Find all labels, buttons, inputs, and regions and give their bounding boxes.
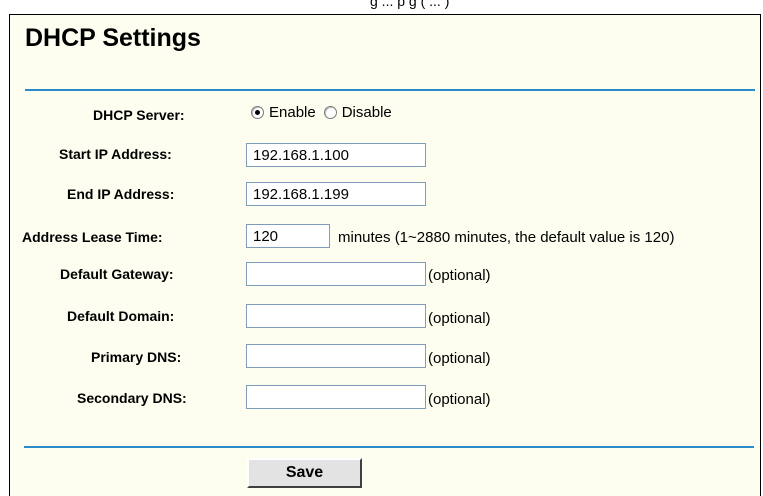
bottom-divider xyxy=(24,446,754,448)
page-title: DHCP Settings xyxy=(25,24,201,52)
dhcp-server-radio-group: Enable Disable xyxy=(251,104,400,121)
end-ip-input[interactable] xyxy=(246,182,426,206)
secondary-dns-input[interactable] xyxy=(246,385,426,409)
dhcp-settings-panel: DHCP Settings DHCP Server: xyxy=(9,14,761,496)
default-gateway-input[interactable] xyxy=(246,262,426,286)
dhcp-server-label: DHCP Server: xyxy=(93,107,185,123)
default-domain-label: Default Domain: xyxy=(67,308,175,324)
default-gateway-optional: (optional) xyxy=(428,267,491,284)
lease-time-note: minutes (1~2880 minutes, the default val… xyxy=(338,229,675,246)
default-domain-optional: (optional) xyxy=(428,310,491,327)
dhcp-enable-label[interactable]: Enable xyxy=(269,104,316,121)
start-ip-label: Start IP Address: xyxy=(59,146,172,162)
primary-dns-optional: (optional) xyxy=(428,350,491,367)
default-gateway-label: Default Gateway: xyxy=(60,266,174,282)
top-divider xyxy=(25,89,755,91)
secondary-dns-label: Secondary DNS: xyxy=(77,390,187,406)
secondary-dns-optional: (optional) xyxy=(428,391,491,408)
dhcp-disable-label[interactable]: Disable xyxy=(342,104,392,121)
lease-time-label: Address Lease Time: xyxy=(22,229,163,245)
dhcp-enable-radio[interactable] xyxy=(251,106,264,119)
end-ip-label: End IP Address: xyxy=(67,186,175,202)
window-title-text: g ... p g ( ... ) xyxy=(370,0,450,9)
start-ip-input[interactable] xyxy=(246,143,426,167)
primary-dns-input[interactable] xyxy=(246,344,426,368)
dhcp-disable-radio[interactable] xyxy=(323,106,337,119)
primary-dns-label: Primary DNS: xyxy=(91,349,182,365)
save-button[interactable]: Save xyxy=(247,458,362,488)
default-domain-input[interactable] xyxy=(246,304,426,328)
lease-time-input[interactable] xyxy=(246,224,330,248)
